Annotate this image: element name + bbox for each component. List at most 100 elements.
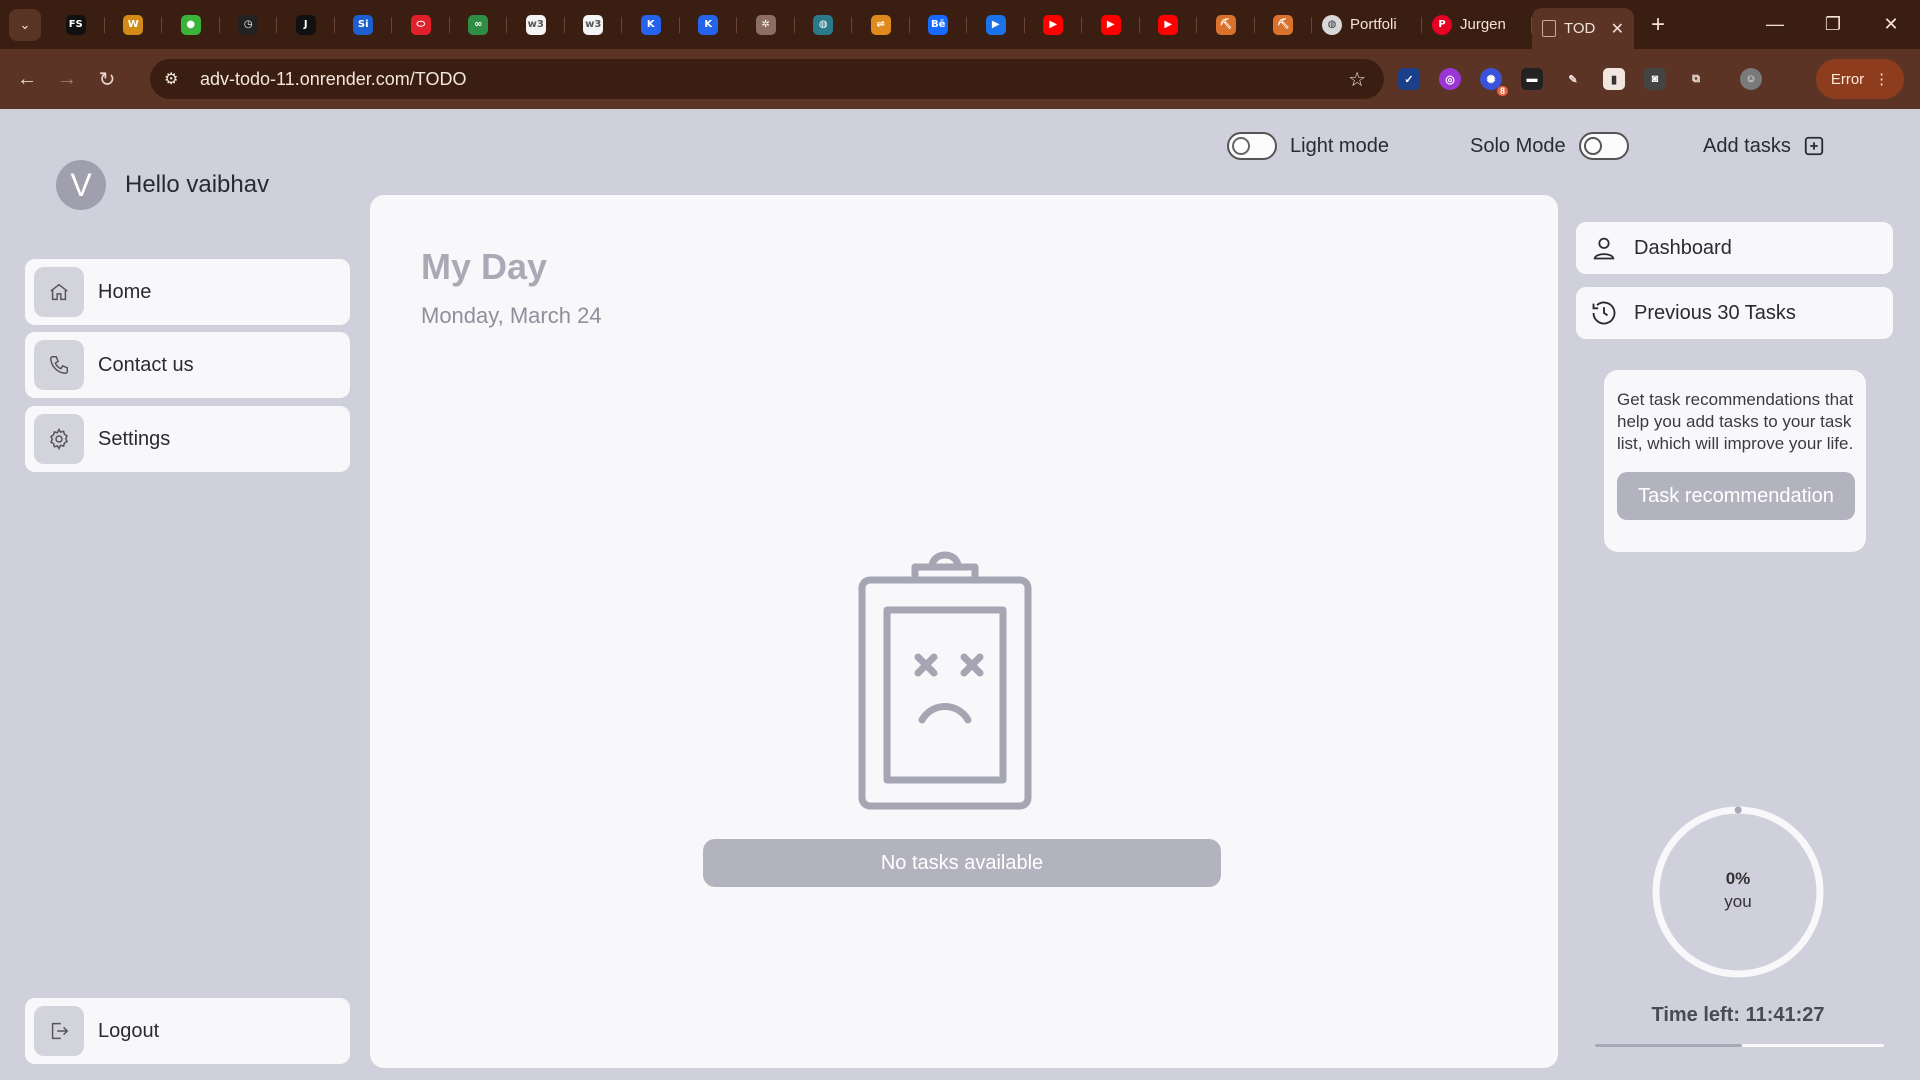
recommendation-text: Get task recommendations that help you a… [1617, 390, 1854, 453]
tool-icon: ⛏ [1215, 14, 1236, 35]
previous-tasks-button[interactable]: Previous 30 Tasks [1576, 287, 1893, 339]
recommendation-card: Get task recommendations that help you a… [1604, 370, 1866, 552]
new-tab-button[interactable]: + [1640, 7, 1676, 43]
clock-icon: ◷ [238, 14, 259, 35]
error-label: Error [1830, 70, 1865, 88]
j-icon: J [295, 14, 316, 35]
tab-search-button[interactable]: ⌄ [9, 8, 41, 41]
bookmark-star-icon[interactable]: ☆ [1348, 67, 1366, 92]
sun-icon [1232, 137, 1250, 155]
extensions-area: ✓ ◎ ✺ 8 ▬ ✎ ▮ ◙ ⧉ ☺ [1398, 59, 1762, 99]
tab-portfolio[interactable]: ◍ Portfoli [1312, 0, 1422, 49]
reload-icon: ↻ [98, 68, 116, 91]
todo-app: V Hello vaibhav Home Contact us Settings… [0, 109, 1920, 1080]
pinned-tabs: FS W ● ◷ J Si ⬭ ∞ w3 w3 K K ✲ ◍ ⇌ Bē ▶ ▶ ▶ ▶ ⛏ ⛏ [47, 0, 1312, 49]
globe-icon: ◍ [1322, 14, 1342, 35]
solo-mode-control: Solo Mode [1470, 129, 1629, 163]
pinned-tab[interactable]: ⬭ [392, 0, 450, 49]
browser-tab-strip: ⌄ FS W ● ◷ J Si ⬭ ∞ w3 w3 K K ✲ ◍ ⇌ Bē ▶ ▶ ▶ ▶ ⛏ ⛏ ◍ Portfoli… [0, 0, 1920, 49]
behance-icon: Bē [928, 14, 949, 35]
profile-avatar[interactable]: ☺ [1740, 68, 1762, 90]
site-settings-icon[interactable]: ⚙ [164, 69, 186, 89]
youtube-icon-2: ▶ [1100, 14, 1121, 35]
pinned-tab[interactable]: W [105, 0, 163, 49]
close-window-icon[interactable]: ✕ [1862, 0, 1920, 49]
light-mode-label: Light mode [1290, 134, 1389, 157]
progress-label: 0% you [1650, 869, 1826, 912]
solo-mode-label: Solo Mode [1470, 134, 1566, 157]
greeting-text: Hello vaibhav [125, 171, 270, 198]
back-arrow-icon: ← [17, 67, 37, 90]
pinned-tab[interactable]: FS [47, 0, 105, 49]
sidebar-item-home[interactable]: Home [25, 259, 350, 325]
pinned-tab[interactable]: w3 [565, 0, 623, 49]
sidebar-item-contact[interactable]: Contact us [25, 332, 350, 398]
back-button[interactable]: ← [7, 59, 47, 99]
sidebar-item-label: Home [98, 280, 152, 303]
dashboard-label: Dashboard [1634, 236, 1732, 259]
pinned-tab[interactable]: ▶ [967, 0, 1025, 49]
pinned-tab[interactable]: ◷ [220, 0, 278, 49]
purple-extension-icon[interactable]: ◎ [1439, 68, 1461, 90]
url-text: adv-todo-11.onrender.com/TODO [200, 68, 467, 89]
tab-label: Portfoli [1350, 16, 1397, 33]
add-tasks-button[interactable]: Add tasks [1703, 129, 1825, 163]
pinned-tab[interactable]: w3 [507, 0, 565, 49]
pinned-tab[interactable]: ⇌ [852, 0, 910, 49]
pinned-tab[interactable]: ⛏ [1255, 0, 1313, 49]
tab-jurgen[interactable]: P Jurgen [1422, 0, 1532, 49]
error-button[interactable]: Error ⋮ [1816, 59, 1904, 99]
pinned-tab[interactable]: ✲ [737, 0, 795, 49]
si-icon: Si [353, 14, 374, 35]
pinned-tab[interactable]: ● [162, 0, 220, 49]
chevron-down-icon: ⌄ [19, 16, 31, 32]
sidebar-item-label: Settings [98, 427, 171, 450]
tab-todo-active[interactable]: TOD ✕ [1532, 8, 1634, 49]
page-title: My Day [421, 246, 548, 287]
off-extension-icon[interactable]: ◙ [1644, 68, 1666, 90]
minimize-icon[interactable]: — [1746, 0, 1804, 49]
light-mode-toggle[interactable] [1227, 132, 1277, 160]
eyedropper-icon[interactable]: ✎ [1562, 68, 1584, 90]
book-extension-icon[interactable]: ▮ [1603, 68, 1625, 90]
fs-icon: FS [65, 14, 86, 35]
dark-extension-icon[interactable]: ▬ [1521, 68, 1543, 90]
tool-icon-2: ⛏ [1273, 14, 1294, 35]
check-extension-icon[interactable]: ✓ [1398, 68, 1420, 90]
doc-icon [1542, 20, 1556, 37]
progress-percent: 0% [1725, 869, 1751, 888]
close-tab-icon[interactable]: ✕ [1611, 19, 1624, 39]
dashboard-button[interactable]: Dashboard [1576, 222, 1893, 274]
logout-icon [34, 1006, 84, 1056]
forward-button[interactable]: → [47, 59, 87, 99]
pinned-tab[interactable]: ▶ [1025, 0, 1083, 49]
empty-clipboard-icon [850, 545, 1040, 820]
pinned-tab[interactable]: K [622, 0, 680, 49]
add-tasks-label: Add tasks [1703, 134, 1791, 157]
restore-icon[interactable]: ❐ [1804, 0, 1862, 49]
pinned-tab[interactable]: ∞ [450, 0, 508, 49]
history-icon [1590, 299, 1618, 327]
sidebar-item-settings[interactable]: Settings [25, 406, 350, 472]
pinned-tab[interactable]: J [277, 0, 335, 49]
w-icon: W [123, 14, 144, 35]
task-recommendation-button[interactable]: Task recommendation [1617, 472, 1855, 520]
puzzle-icon[interactable]: ⧉ [1685, 68, 1707, 90]
badge-extension-icon[interactable]: ✺ 8 [1480, 68, 1508, 96]
tab-label: TOD [1564, 20, 1596, 37]
solo-mode-toggle[interactable] [1578, 132, 1629, 160]
oval-icon: ⬭ [410, 14, 431, 35]
pinned-tab[interactable]: ◍ [795, 0, 853, 49]
pinned-tab[interactable]: Si [335, 0, 393, 49]
no-tasks-button[interactable]: No tasks available [703, 839, 1221, 887]
address-bar[interactable]: ⚙ adv-todo-11.onrender.com/TODO ☆ [150, 59, 1384, 99]
logout-button[interactable]: Logout [25, 998, 350, 1064]
pinned-tab[interactable]: K [680, 0, 738, 49]
logout-label: Logout [98, 1019, 160, 1042]
reload-button[interactable]: ↻ [87, 59, 127, 99]
forward-arrow-icon: → [57, 67, 77, 90]
pinned-tab[interactable]: Bē [910, 0, 968, 49]
pinned-tab[interactable]: ▶ [1140, 0, 1198, 49]
pinned-tab[interactable]: ⛏ [1197, 0, 1255, 49]
pinned-tab[interactable]: ▶ [1082, 0, 1140, 49]
